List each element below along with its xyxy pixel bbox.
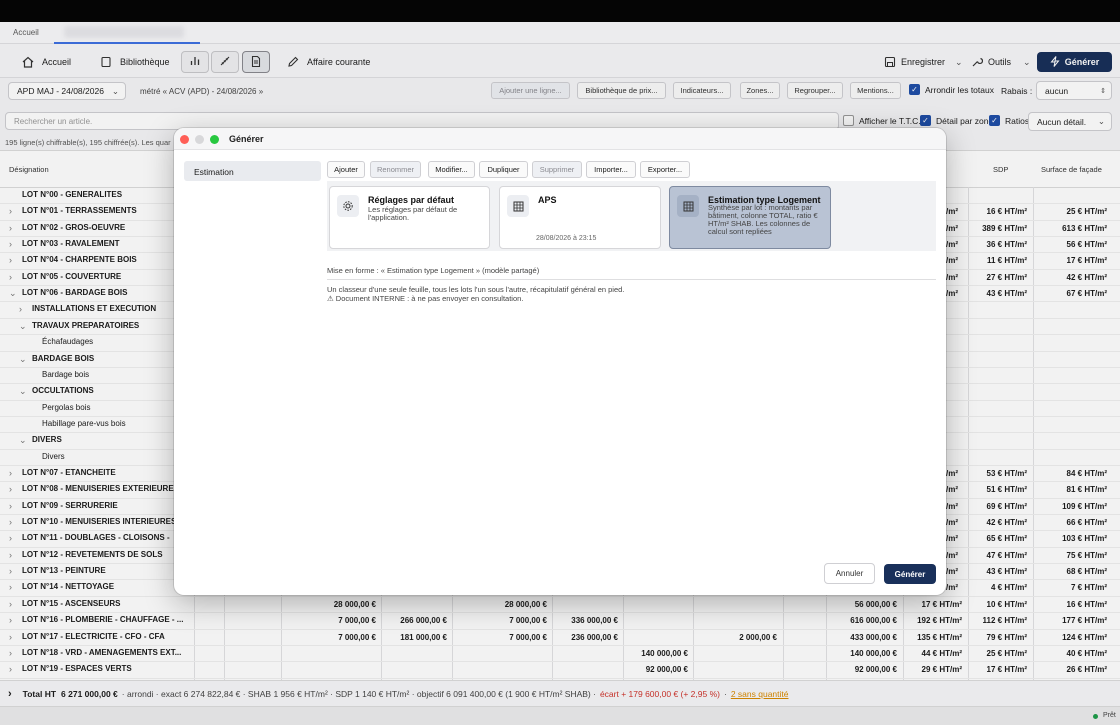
dialog-divider: [327, 279, 936, 280]
grid-icon: [677, 195, 699, 217]
dialog-title: Générer: [229, 134, 264, 144]
preset-card-aps[interactable]: APS 28/08/2026 à 23:15: [499, 186, 661, 249]
supprimer-button[interactable]: Supprimer: [532, 161, 582, 178]
tab-accueil[interactable]: Accueil: [13, 28, 39, 37]
preset-title: APS: [538, 195, 557, 205]
dialog-generer-button[interactable]: Générer: [884, 564, 936, 584]
dialog-title-bar: Générer: [174, 128, 946, 150]
tab-strip: Accueil: [0, 22, 1120, 44]
modifier-button[interactable]: Modifier...: [428, 161, 475, 178]
preset-cards-strip: Réglages par défaut Les réglages par déf…: [327, 181, 936, 251]
close-window-icon[interactable]: [180, 135, 189, 144]
exporter-button[interactable]: Exporter...: [640, 161, 690, 178]
preset-description: Synthèse par lot : montants par bâtiment…: [708, 203, 818, 236]
dupliquer-button[interactable]: Dupliquer: [479, 161, 528, 178]
tab-current-document[interactable]: [64, 26, 184, 38]
minimize-window-icon[interactable]: [195, 135, 204, 144]
importer-button[interactable]: Importer...: [586, 161, 636, 178]
preset-title: Réglages par défaut: [368, 195, 455, 205]
cancel-button[interactable]: Annuler: [824, 563, 875, 584]
preset-card-estimation-logement[interactable]: Estimation type Logement Synthèse par lo…: [669, 186, 831, 249]
zoom-window-icon[interactable]: [210, 135, 219, 144]
preset-card-reglages[interactable]: Réglages par défaut Les réglages par déf…: [329, 186, 490, 249]
preset-full-description: Un classeur d'une seule feuille, tous le…: [327, 285, 624, 303]
renommer-button[interactable]: Renommer: [370, 161, 421, 178]
sidebar-item-estimation[interactable]: Estimation: [184, 161, 321, 181]
preset-description: Les réglages par défaut de l'application…: [368, 205, 458, 222]
mise-en-forme-info: Mise en forme : « Estimation type Logeme…: [327, 266, 540, 275]
warning-line: ⚠ Document INTERNE : à ne pas envoyer en…: [327, 293, 524, 303]
ajouter-button[interactable]: Ajouter: [327, 161, 365, 178]
gear-icon: [337, 195, 359, 217]
generer-dialog: Générer Estimation Ajouter Renommer Modi…: [174, 128, 946, 595]
preset-date: 28/08/2026 à 23:15: [536, 235, 597, 242]
window-top-bar: [0, 0, 1120, 22]
grid-icon: [507, 195, 529, 217]
